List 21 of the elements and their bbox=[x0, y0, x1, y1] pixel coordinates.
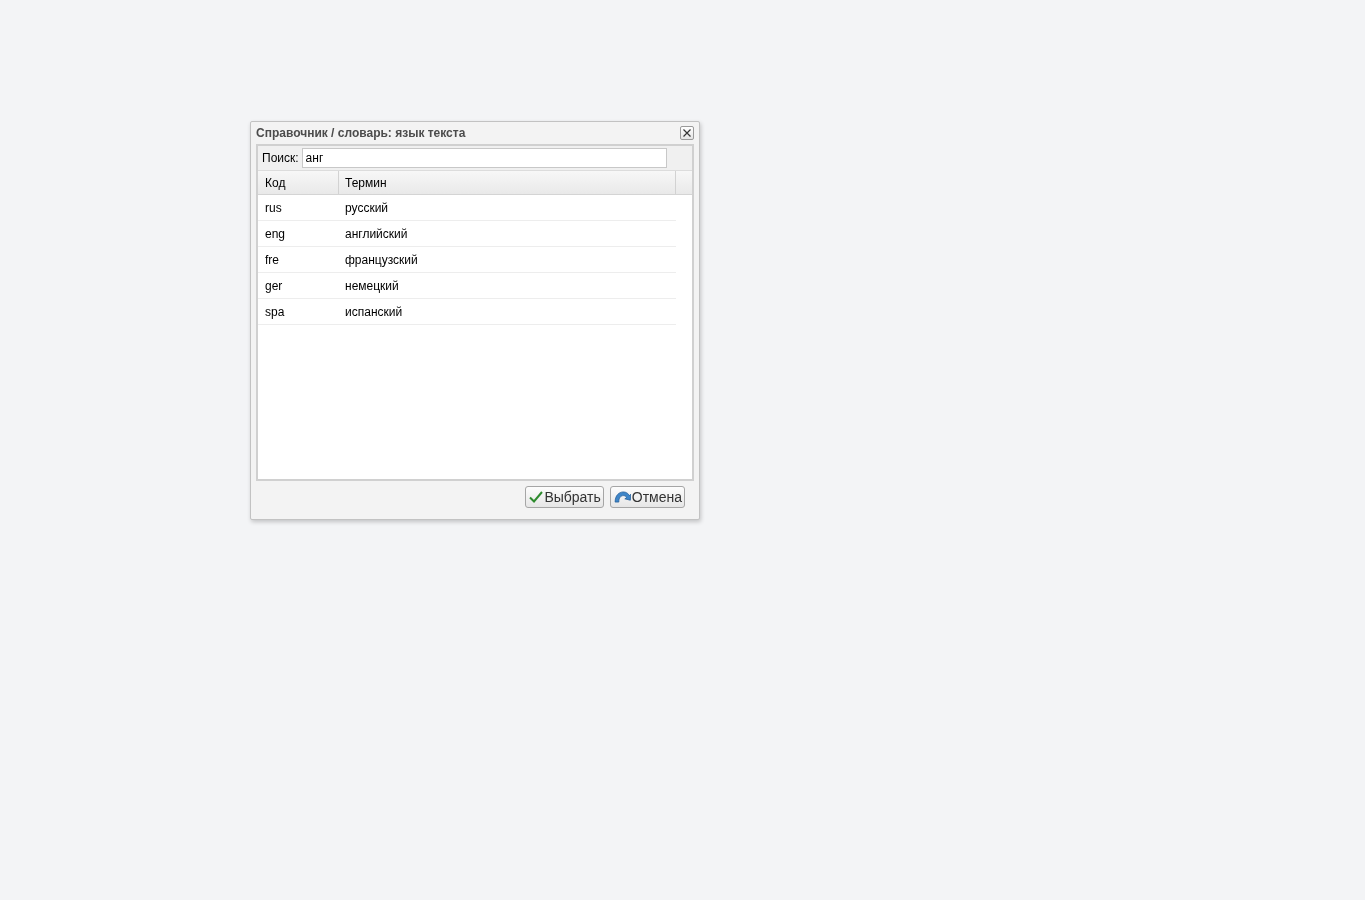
search-label: Поиск: bbox=[262, 151, 299, 165]
table-cell-text: spa bbox=[264, 304, 286, 319]
curved-arrow-icon bbox=[613, 491, 631, 503]
close-icon bbox=[683, 129, 691, 137]
window-title: Справочник / словарь: язык текста bbox=[256, 126, 466, 140]
select-button[interactable]: Выбрать bbox=[525, 486, 604, 508]
column-header[interactable]: Код bbox=[258, 171, 339, 194]
table-cell-text: rus bbox=[264, 200, 283, 215]
table-cell-text: французский bbox=[344, 252, 418, 267]
table-cell-text: немецкий bbox=[344, 278, 399, 293]
checkmark-icon bbox=[529, 491, 544, 503]
table-cell-text: ger bbox=[264, 278, 284, 293]
close-button[interactable] bbox=[680, 126, 694, 140]
search-field[interactable]: анг bbox=[301, 148, 667, 168]
table-cell-text: русский bbox=[344, 200, 389, 215]
table-cell-text: английский bbox=[344, 226, 408, 241]
cancel-button[interactable]: Отмена bbox=[609, 486, 685, 508]
table-cell-text: fre bbox=[264, 252, 280, 267]
table-cell-text: испанский bbox=[344, 304, 403, 319]
column-header[interactable]: Термин bbox=[339, 171, 676, 194]
table-cell-text: eng bbox=[264, 226, 287, 241]
